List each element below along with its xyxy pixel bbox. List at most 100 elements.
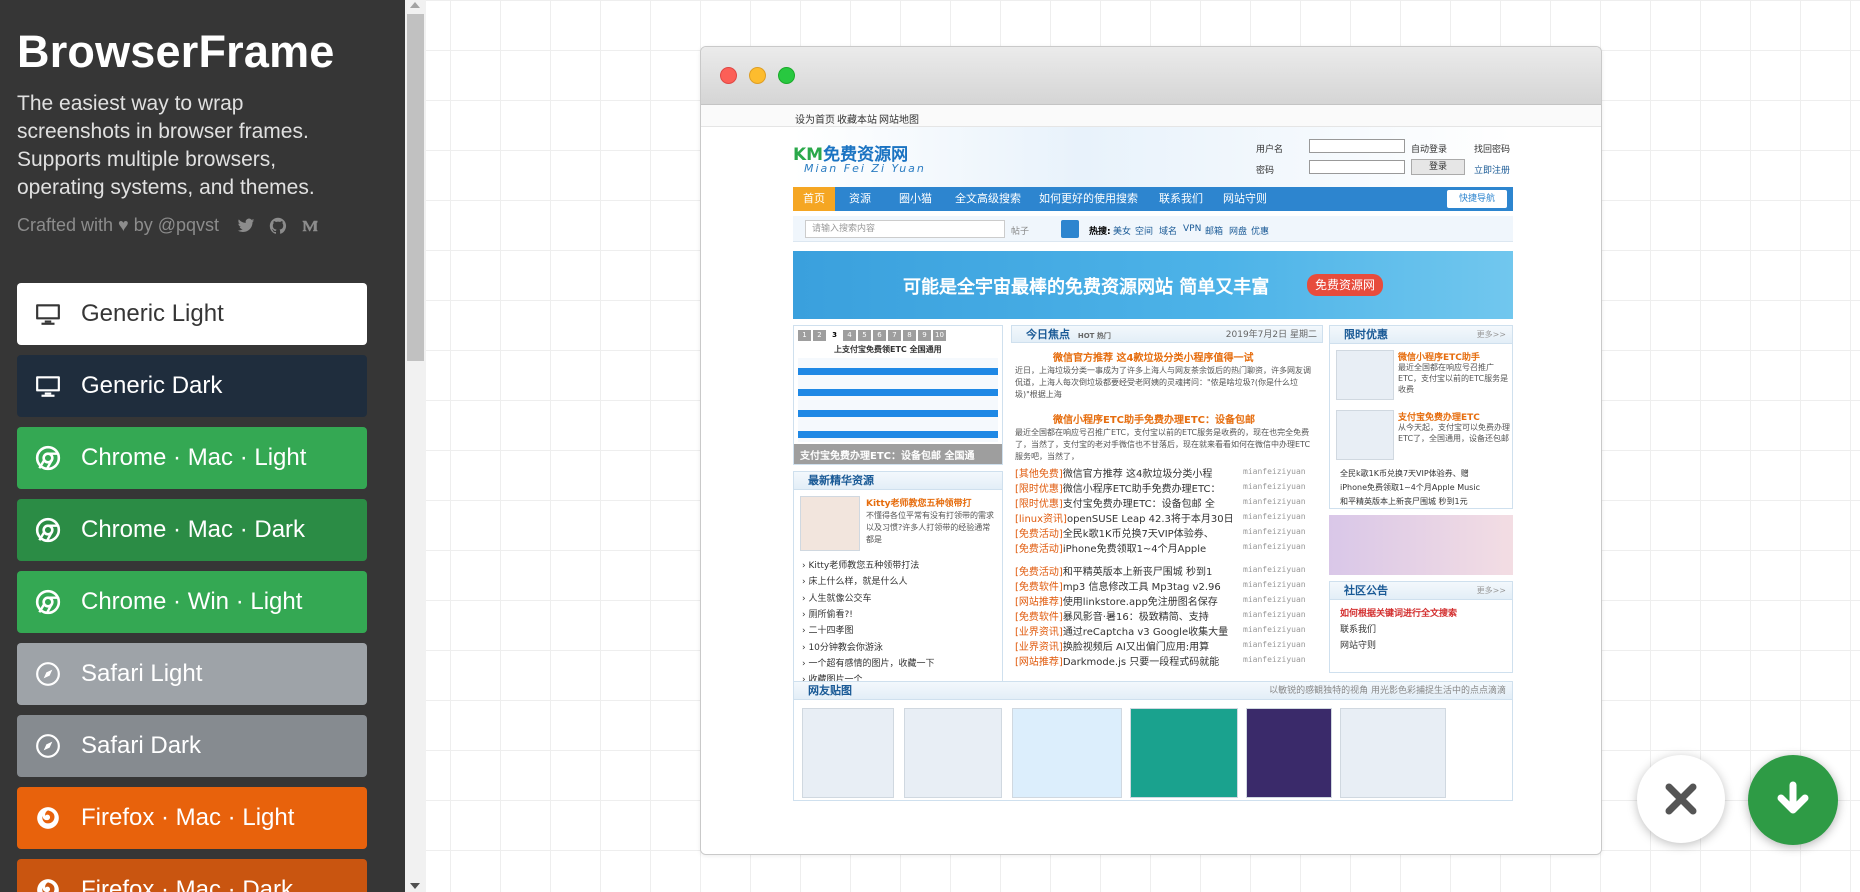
gallery-thumbnail [1246,708,1332,798]
nav-item: 资源 [849,192,871,205]
banner-tag: 免费资源网 [1307,274,1383,296]
slider-page-number: 2 [813,330,826,341]
browser-titlebar [701,47,1601,105]
login-button: 登录 [1411,159,1465,175]
news-item: [免费软件]mp3 信息修改工具 Mp3tag v2.96 mianfeiziyu… [1015,580,1306,593]
news-item: [业界资讯]换脸视频后 AI又出偏门应用:用算 mianfeiziyuan [1015,640,1306,653]
hot-term: 网盘 [1229,227,1248,237]
site-banner: 可能是全宇宙最棒的免费资源网站 简单又丰富 免费资源网 [793,251,1513,319]
chrome-icon [35,589,61,615]
site-topbar: 设为首页 收藏本站 网站地图 [701,105,1601,127]
limited-bullet: 全民k歌1K币兑换7天VIP体验券、赠 [1340,469,1469,478]
firefox-icon [35,805,61,831]
latest-item: › 床上什么样，就是什么人 [802,577,908,588]
frame-chrome-mac-light-button[interactable]: Chrome · Mac · Light [17,427,367,489]
register-link: 立即注册 [1474,166,1511,176]
limited-bullet: iPhone免费领取1~4个月Apple Music [1340,483,1480,492]
maximize-window-dot [778,67,795,84]
nav-item: 联系我们 [1159,192,1203,205]
frame-generic-dark-button[interactable]: Generic Dark [17,355,367,417]
friends-head: 网友贴图 以敏锐的感観独特的视角 用光影色彩捕捉生活中的点点滴滴 [794,682,1512,700]
frame-chrome-win-light-button[interactable]: Chrome · Win · Light [17,571,367,633]
hot-term: 域名 [1159,227,1178,237]
community-head: 社区公告 更多>> [1330,582,1512,600]
browser-frame-preview: 设为首页 收藏本站 网站地图 KM免费资源网 Mian Fei Zi Yuan … [700,46,1602,855]
scroll-up-arrow-icon[interactable] [410,2,420,8]
minimize-window-dot [749,67,766,84]
hot-term: 优惠 [1251,227,1270,237]
topbar-link: 收藏本站 [837,115,877,126]
twitter-icon[interactable] [237,217,255,235]
news-item: [限时优惠]支付宝免费办理ETC：设备包邮 全 mianfeiziyuan [1015,497,1306,510]
limited-item-desc: 最近全国都在响应号召推广ETC，支付宝以前的ETC服务是收费 [1398,363,1509,394]
download-button[interactable] [1748,755,1838,845]
frame-safari-light-button[interactable]: Safari Light [17,643,367,705]
today-body: 近日，上海垃圾分类一事成为了许多上海人与网友茶余饭后的热门聊资，许多网友调侃道，… [1015,366,1311,399]
username-input [1309,139,1405,153]
scroll-down-arrow-icon[interactable] [410,883,420,889]
monitor-icon [35,373,61,399]
scroll-thumb[interactable] [407,14,424,361]
community-item: 网站守则 [1340,641,1377,651]
community-item: 如何根据关键词进行全文搜索 [1340,609,1458,619]
sidebar-scrollbar[interactable] [405,0,426,892]
news-item: [限时优惠]微信小程序ETC助手免费办理ETC： mianfeiziyuan [1015,482,1306,495]
gallery-thumbnail [1340,708,1446,798]
close-window-dot [720,67,737,84]
frame-safari-dark-button[interactable]: Safari Dark [17,715,367,777]
limited-panel: 限时优惠 更多>> 微信小程序ETC助手 最近全国都在响应号召推广ETC，支付宝以… [1329,325,1513,509]
feature-desc: 不懂得各位平常有没有打领带的需求以及习惯?许多人打领带的经验通常都是 [866,511,994,544]
frame-firefox-mac-light-button[interactable]: Firefox · Mac · Light [17,787,367,849]
news-item: [免费活动]全民k歌1K币兑换7天VIP体验券、 mianfeiziyuan [1015,527,1306,540]
frame-list: Generic Light Generic Dark Chrome · Mac … [17,283,367,892]
download-icon [1777,781,1809,814]
frame-firefox-mac-dark-button[interactable]: Firefox · Mac · Dark [17,859,367,892]
latest-item: › 10分钟教会你游泳 [802,642,883,653]
app-title: BrowserFrame [17,26,335,77]
site-search-row: 请输入搜索内容 帖子 热搜: 美女 空间 域名 VPN 邮箱 网盘 优惠 [793,216,1513,242]
github-icon[interactable] [269,217,287,235]
slider-page-number: 8 [903,330,916,341]
credits: Crafted with ♥ by @pqvst [17,215,319,236]
search-icon [1061,220,1079,238]
slider-image [798,358,998,442]
feature-title: Kitty老师教您五种领带打 [866,499,972,509]
news-item: [网站推荐]Darkmode.js 只要一段程式码就能 mianfeiziyuan [1015,655,1306,668]
close-button[interactable] [1637,755,1725,843]
latest-panel: 最新精华资源 Kitty老师教您五种领带打 不懂得各位平常有没有打领带的需求以及… [793,471,1003,706]
screenshot-content: 设为首页 收藏本站 网站地图 KM免费资源网 Mian Fei Zi Yuan … [701,105,1601,854]
slider-caption: 支付宝免费办理ETC：设备包邮 全国通 [794,444,1002,464]
community-panel: 社区公告 更多>> 如何根据关键词进行全文搜索 联系我们 网站守则 [1329,581,1513,673]
slider-page-number: 5 [858,330,871,341]
quick-nav-button: 快捷导航 [1447,190,1507,208]
news-item: [网站推荐]使用linkstore.app免注册图名保存 mianfeiziyua… [1015,595,1306,608]
news-item: [免费软件]暴风影音·暑16：极致精简、支持 mianfeiziyuan [1015,610,1306,623]
credits-text[interactable]: Crafted with ♥ by @pqvst [17,215,219,236]
hot-term: 邮箱 [1205,227,1224,237]
frame-generic-light-button[interactable]: Generic Light [17,283,367,345]
slider-page-number: 6 [873,330,886,341]
limited-thumbnail [1336,410,1394,460]
limited-item-desc: 从今天起，支付宝可以免费办理ETC了，全国通用，设备还包邮 [1398,423,1510,443]
hot-term: 空间 [1135,227,1154,237]
slider-title: 上支付宝免费领ETC 全国通用 [834,345,942,354]
slider-page-number: 3 [828,330,841,341]
frame-label: Safari Dark [81,732,202,759]
latest-item: › 人生就像公交车 [802,593,872,604]
search-type-select: 帖子 [1011,227,1030,237]
news-item: [免费活动]和平精英版本上新丧尸围城 秒到1 mianfeiziyuan [1015,565,1306,578]
feature-thumbnail [800,496,860,551]
news-item: [业界资讯]通过reCaptcha v3 Google收集大量 mianfeizi… [1015,625,1306,638]
slider-page-number: 4 [843,330,856,341]
frame-chrome-mac-dark-button[interactable]: Chrome · Mac · Dark [17,499,367,561]
chrome-icon [35,517,61,543]
chrome-icon [35,445,61,471]
medium-icon[interactable] [301,217,319,235]
hot-label: 热搜: [1089,227,1111,237]
frame-label: Safari Light [81,660,203,687]
topbar-link: 网站地图 [879,115,919,126]
frame-label: Generic Dark [81,372,223,399]
password-label: 密码 [1256,166,1275,176]
slider-page-number: 9 [918,330,931,341]
slider-page-number: 7 [888,330,901,341]
